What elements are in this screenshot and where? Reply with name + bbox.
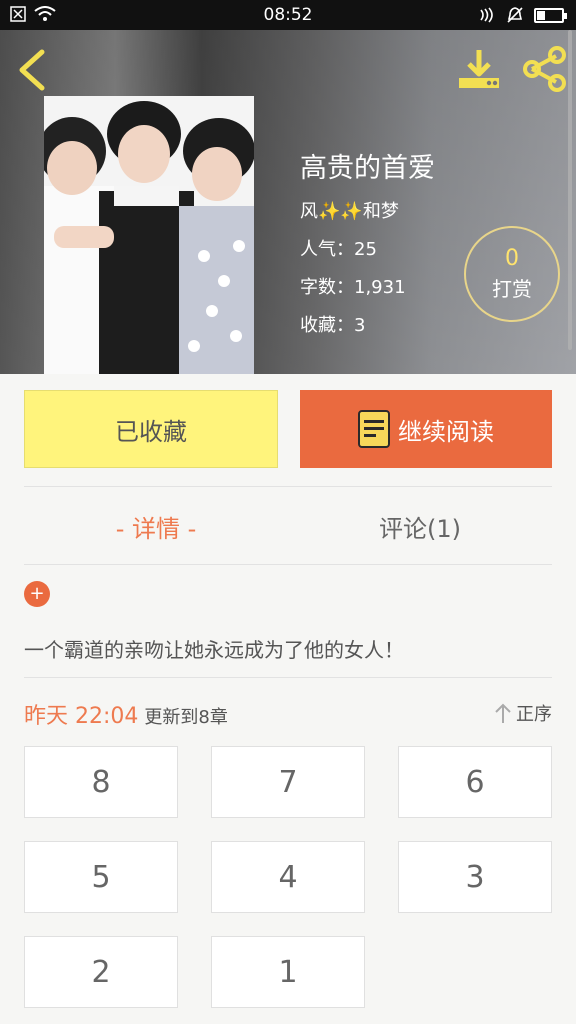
chapter-button[interactable]: 5 (24, 841, 178, 913)
continue-reading-button[interactable]: 继续阅读 (300, 390, 552, 468)
chapter-button[interactable]: 8 (24, 746, 178, 818)
reward-count: 0 (505, 246, 519, 271)
scrollbar[interactable] (568, 30, 572, 350)
download-icon[interactable] (456, 46, 502, 92)
tab-bar: - 详情 - 评论(1) (24, 488, 552, 564)
update-text: 更新到8章 (144, 707, 228, 728)
tab-comments[interactable]: 评论(1) (288, 488, 552, 564)
update-time: 昨天 22:04 (24, 704, 139, 729)
book-cover-image[interactable] (44, 96, 254, 374)
mute-icon (507, 7, 523, 23)
update-info: 昨天 22:04 更新到8章 正序 (24, 698, 552, 729)
book-popularity: 人气：25 (300, 239, 377, 260)
chapter-button[interactable]: 1 (211, 936, 365, 1008)
tab-details[interactable]: - 详情 - (24, 488, 288, 564)
reward-label: 打赏 (492, 277, 532, 301)
notification-icon (10, 6, 26, 22)
divider (24, 564, 552, 565)
chapter-button[interactable]: 4 (211, 841, 365, 913)
favorited-button[interactable]: 已收藏 (24, 390, 278, 468)
battery-icon (534, 7, 567, 23)
sort-order-label: 正序 (516, 704, 552, 725)
share-icon[interactable] (520, 46, 568, 92)
book-favorites: 收藏：3 (300, 315, 366, 336)
reward-button[interactable]: 0 打赏 (464, 226, 560, 322)
divider (24, 677, 552, 678)
expand-plus-icon[interactable]: + (24, 581, 50, 607)
book-header: 高贵的首爱 风✨✨和梦 人气：25 字数：1,931 收藏：3 0 打赏 (0, 30, 576, 374)
book-author[interactable]: 风✨✨和梦 (300, 197, 435, 223)
nfc-icon (480, 7, 493, 23)
chapter-button[interactable]: 6 (398, 746, 552, 818)
book-word-count: 字数：1,931 (300, 277, 406, 298)
book-icon (358, 410, 390, 448)
back-arrow-icon[interactable] (14, 48, 50, 92)
chapter-button[interactable]: 7 (211, 746, 365, 818)
wifi-icon (34, 6, 56, 21)
sort-order-button[interactable]: 正序 (494, 700, 552, 726)
chapter-button[interactable]: 3 (398, 841, 552, 913)
arrow-up-icon (495, 703, 511, 723)
book-info: 高贵的首爱 风✨✨和梦 人气：25 字数：1,931 收藏：3 (300, 146, 435, 349)
chapter-button[interactable]: 2 (24, 936, 178, 1008)
book-description: 一个霸道的亲吻让她永远成为了他的女人！ (24, 638, 404, 662)
status-time: 08:52 (263, 5, 313, 25)
status-bar: 08:52 (0, 0, 576, 30)
book-title: 高贵的首爱 (300, 153, 435, 184)
continue-reading-label: 继续阅读 (398, 417, 494, 446)
divider (24, 486, 552, 487)
favorited-label: 已收藏 (115, 417, 187, 446)
